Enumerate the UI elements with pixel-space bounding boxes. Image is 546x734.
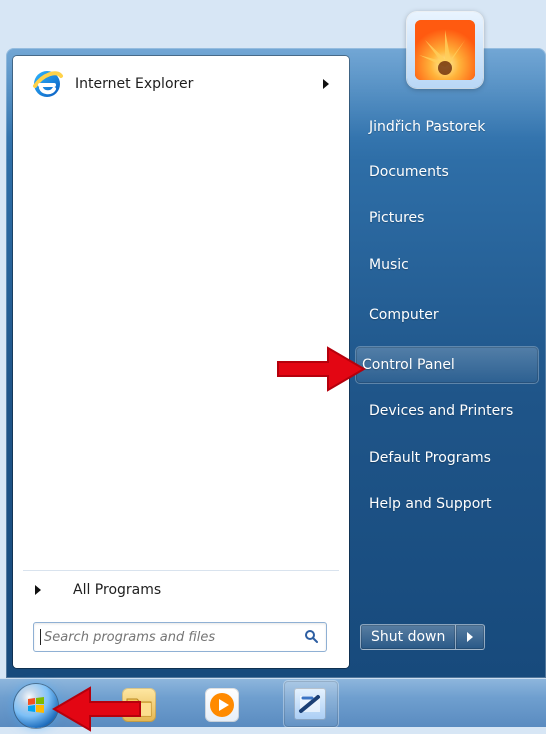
right-item-label: Music <box>369 257 409 273</box>
all-programs-arrow-icon <box>35 585 41 595</box>
right-item-label: Help and Support <box>369 496 492 512</box>
right-item-label: Computer <box>369 307 439 323</box>
right-item-computer[interactable]: Computer <box>363 297 538 333</box>
left-pane-divider <box>23 570 339 571</box>
right-item-pictures[interactable]: Pictures <box>363 200 538 236</box>
all-programs[interactable]: All Programs <box>25 576 337 604</box>
pinned-taskbar-button[interactable] <box>284 681 338 727</box>
text-caret <box>40 629 41 645</box>
right-item-label: Control Panel <box>362 357 455 373</box>
media-player-icon <box>210 693 234 717</box>
internet-explorer-label: Internet Explorer <box>75 76 194 92</box>
right-item-label: Pictures <box>369 210 425 226</box>
shutdown-options-button[interactable] <box>456 624 486 650</box>
all-programs-label: All Programs <box>73 582 162 598</box>
right-item-music[interactable]: Music <box>363 247 538 283</box>
red-arrow-control-panel <box>277 346 366 392</box>
search-box[interactable] <box>33 622 327 652</box>
right-item-documents[interactable]: Documents <box>363 154 538 190</box>
right-item-user[interactable]: Jindřich Pastorek <box>363 109 538 145</box>
windows-logo-icon <box>28 697 44 713</box>
right-item-devices-and-printers[interactable]: Devices and Printers <box>363 393 538 429</box>
right-item-label: Devices and Printers <box>369 403 514 419</box>
chevron-right-icon <box>467 632 474 642</box>
shutdown-button[interactable]: Shut down <box>360 624 457 650</box>
right-item-default-programs[interactable]: Default Programs <box>363 440 538 476</box>
media-player-taskbar-button[interactable] <box>205 688 239 722</box>
right-item-help-and-support[interactable]: Help and Support <box>363 486 538 522</box>
right-item-label: Default Programs <box>369 450 491 466</box>
search-input[interactable] <box>42 623 294 651</box>
user-name: Jindřich Pastorek <box>369 119 486 135</box>
shutdown-split-button[interactable]: Shut down <box>360 624 486 650</box>
right-item-label: Documents <box>369 164 449 180</box>
submenu-arrow-icon[interactable] <box>323 79 329 89</box>
pinned-item-internet-explorer[interactable]: Internet Explorer <box>23 66 339 102</box>
application-icon <box>294 688 326 720</box>
right-item-control-panel[interactable]: Control Panel <box>356 347 538 383</box>
search-icon[interactable] <box>304 629 318 643</box>
internet-explorer-icon <box>29 66 65 102</box>
